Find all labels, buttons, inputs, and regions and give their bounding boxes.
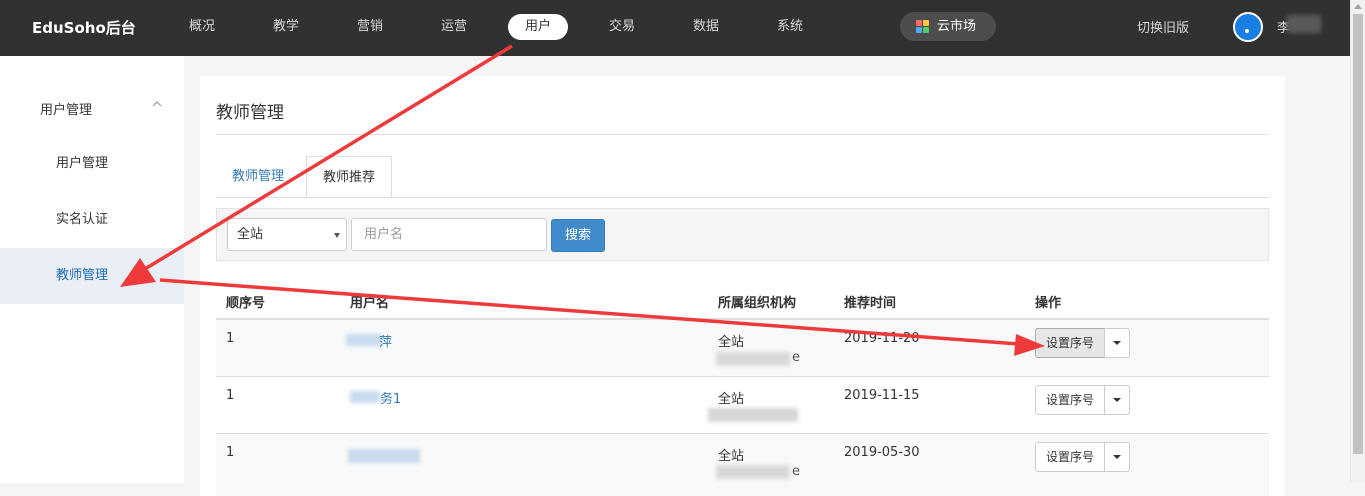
column-header-order: 顺序号	[226, 296, 266, 311]
chevron-up-icon[interactable]	[152, 99, 162, 109]
redacted-username	[1287, 15, 1321, 33]
row-org-path: e	[792, 350, 800, 365]
row-time: 2019-11-20	[844, 331, 920, 346]
tabs-divider	[216, 197, 1269, 198]
top-navbar: EduSoho后台 概况 教学 营销 运营 用户 交易 数据 系统 云市场 切换…	[0, 0, 1350, 56]
row-org: 全站	[718, 449, 745, 464]
set-order-button[interactable]: 设置序号	[1035, 442, 1105, 472]
brand-logo[interactable]: EduSoho后台	[32, 17, 136, 38]
org-select-value: 全站	[237, 227, 264, 242]
row-order: 1	[226, 445, 235, 460]
caret-down-icon	[1113, 398, 1121, 402]
caret-down-icon	[1113, 455, 1121, 459]
sidebar-item-real-name[interactable]: 实名认证	[0, 192, 184, 248]
nav-item-users[interactable]: 用户	[508, 14, 568, 40]
row-time: 2019-11-15	[844, 388, 920, 403]
scroll-up-icon[interactable]	[1354, 4, 1362, 9]
nav-item-overview[interactable]: 概况	[176, 14, 228, 40]
redacted-username	[350, 391, 380, 403]
nav-item-trade[interactable]: 交易	[596, 14, 648, 40]
row-org: 全站	[718, 335, 745, 350]
column-header-username: 用户名	[350, 296, 390, 311]
row-username-link[interactable]: 萍	[379, 331, 392, 350]
sidebar: 用户管理 用户管理 实名认证 教师管理	[0, 56, 184, 483]
org-select[interactable]: 全站	[227, 218, 347, 251]
switch-old-version-link[interactable]: 切换旧版	[1137, 17, 1189, 36]
row-org: 全站	[718, 392, 745, 407]
page-title: 教师管理	[216, 103, 284, 123]
nav-item-system[interactable]: 系统	[764, 14, 816, 40]
nav-item-teaching[interactable]: 教学	[260, 14, 312, 40]
username-search-input[interactable]: 用户名	[351, 218, 547, 251]
action-dropdown-toggle[interactable]	[1104, 385, 1130, 415]
app-grid-icon	[916, 20, 929, 33]
nav-item-operations[interactable]: 运营	[428, 14, 480, 40]
sidebar-item-user-management[interactable]: 用户管理	[0, 136, 184, 192]
sidebar-item-teacher-management[interactable]: 教师管理	[0, 248, 184, 304]
column-header-time: 推荐时间	[844, 296, 897, 311]
row-action-group: 设置序号	[1035, 442, 1130, 472]
redacted-org-path	[716, 465, 790, 479]
caret-down-icon	[334, 233, 340, 238]
row-divider	[216, 376, 1269, 377]
title-divider	[216, 134, 1269, 135]
redacted-org-path	[708, 408, 798, 422]
tab-teacher-recommend[interactable]: 教师推荐	[306, 156, 393, 198]
caret-down-icon	[1113, 341, 1121, 345]
page-scrollbar[interactable]	[1350, 0, 1365, 483]
main-panel: 教师管理 教师管理 教师推荐 全站 用户名 搜索 顺序号 用户名 所属组织机构 …	[200, 76, 1285, 496]
row-order: 1	[226, 331, 235, 346]
row-username-link[interactable]: 务1	[380, 388, 401, 407]
cloud-market-button[interactable]: 云市场	[900, 12, 996, 41]
row-time: 2019-05-30	[844, 445, 920, 460]
avatar[interactable]	[1233, 12, 1263, 42]
search-button[interactable]: 搜索	[551, 219, 605, 252]
row-action-group: 设置序号	[1035, 385, 1130, 415]
nav-item-data[interactable]: 数据	[680, 14, 732, 40]
redacted-username	[346, 334, 382, 346]
row-action-group: 设置序号	[1035, 328, 1130, 358]
cloud-market-label: 云市场	[937, 19, 977, 34]
filter-bar: 全站 用户名 搜索	[216, 208, 1269, 261]
nav-item-marketing[interactable]: 营销	[344, 14, 396, 40]
tab-teacher-management[interactable]: 教师管理	[216, 156, 300, 198]
redacted-org-path	[716, 352, 790, 366]
scroll-thumb[interactable]	[1353, 14, 1363, 454]
sidebar-group-user-management[interactable]: 用户管理	[40, 99, 92, 118]
column-header-action: 操作	[1035, 296, 1062, 311]
action-dropdown-toggle[interactable]	[1104, 442, 1130, 472]
row-order: 1	[226, 388, 235, 403]
redacted-username	[348, 449, 420, 463]
row-org-path: e	[792, 464, 800, 479]
column-header-org: 所属组织机构	[718, 296, 797, 311]
set-order-button[interactable]: 设置序号	[1035, 328, 1105, 358]
action-dropdown-toggle[interactable]	[1104, 328, 1130, 358]
set-order-button[interactable]: 设置序号	[1035, 385, 1105, 415]
